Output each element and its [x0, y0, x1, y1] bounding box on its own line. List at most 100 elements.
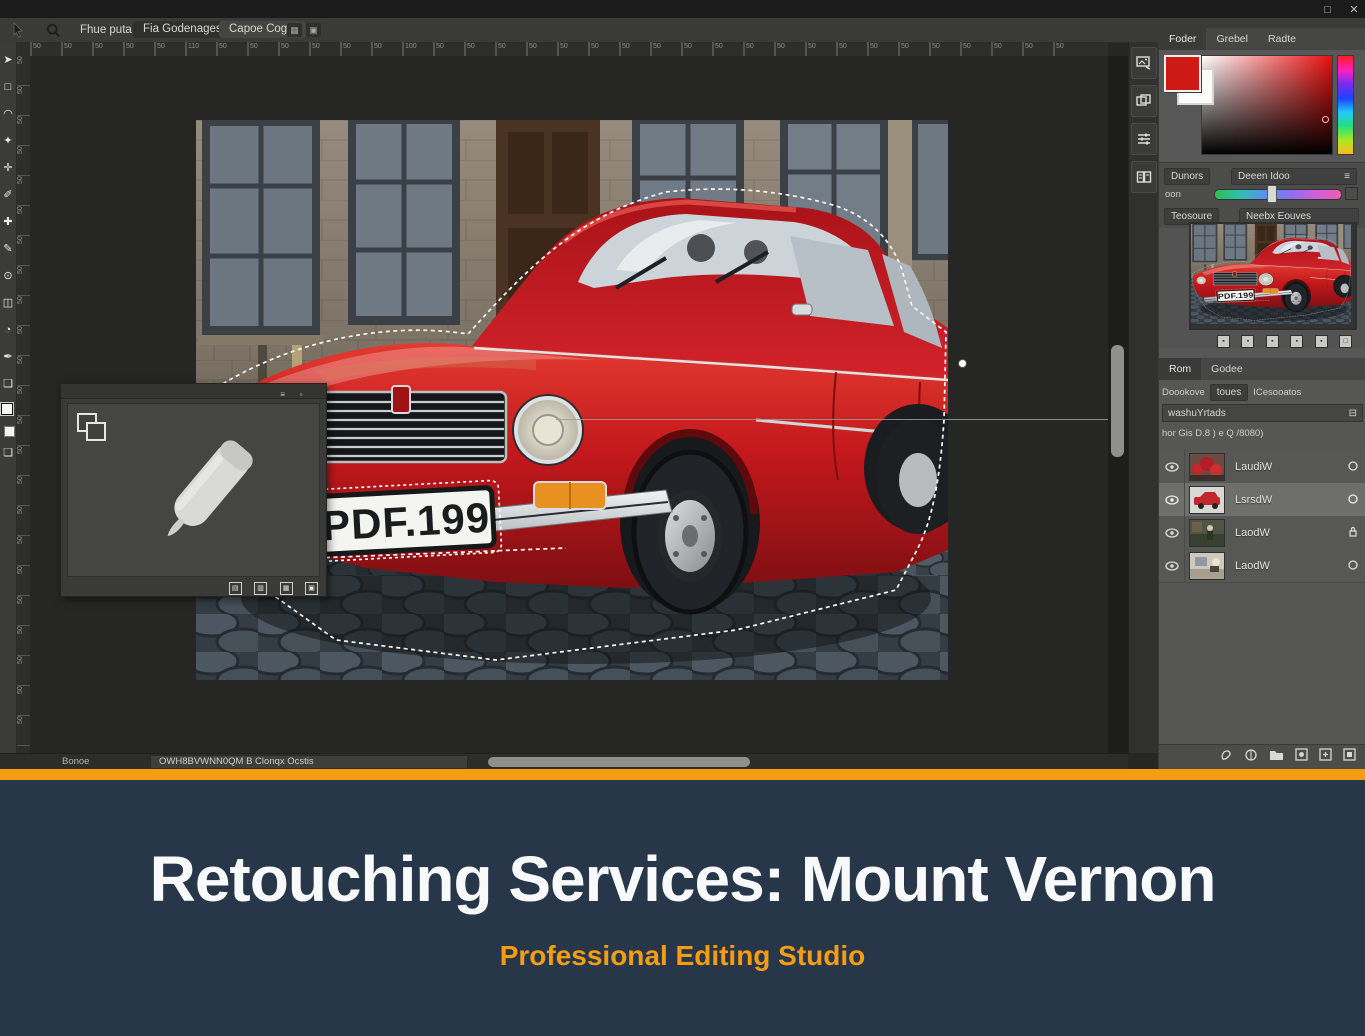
tab-color[interactable]: Foder — [1159, 28, 1207, 50]
tab-layers[interactable]: Rom — [1159, 358, 1202, 380]
color-panel-tabs: Foder Grebel Radte — [1159, 28, 1365, 50]
hue-slider-knob[interactable] — [1267, 185, 1277, 203]
layers-filter-label-2[interactable]: ICesooatos — [1253, 387, 1301, 398]
slider-label: oon — [1165, 189, 1181, 200]
horizontal-scrollbar-thumb[interactable] — [488, 757, 750, 767]
brush-tool-icon[interactable]: ✎ — [1, 237, 16, 264]
layer-row-3[interactable]: LaodW — [1159, 516, 1365, 550]
lasso-tool-icon[interactable]: ◠ — [1, 102, 16, 129]
vertical-scrollbar[interactable] — [1108, 56, 1128, 753]
floating-brush-panel[interactable]: ≡ ▫ ▤ ▥ ▦ ▣ — [60, 383, 327, 597]
new-group-icon[interactable] — [1269, 748, 1284, 766]
hue-strip[interactable] — [1337, 55, 1354, 155]
collapsed-panel-adjustments-icon[interactable] — [1131, 123, 1157, 155]
pen-tool-icon[interactable]: ✒ — [1, 345, 16, 372]
layer-row-1[interactable]: LaudiW — [1159, 450, 1365, 484]
toolbar-button-2[interactable]: Fia Godenages — [133, 21, 232, 38]
layer-lock-icon[interactable] — [1348, 524, 1358, 542]
quick-mask-icon[interactable]: ❏ — [1, 441, 16, 468]
blend-mode-button[interactable]: Dunors — [1164, 168, 1211, 185]
foreground-color-swatch[interactable] — [1164, 55, 1201, 92]
clone-stamp-tool-icon[interactable]: ⊙ — [1, 264, 16, 291]
navigator-button-6[interactable]: □ — [1339, 335, 1353, 348]
vertical-scrollbar-thumb[interactable] — [1111, 345, 1124, 457]
eraser-tool-icon[interactable]: ◫ — [1, 291, 16, 318]
horizontal-ruler-tick: 50 — [836, 42, 867, 56]
tab-channels[interactable]: Godee — [1201, 358, 1253, 380]
layer-mask-icon[interactable] — [1295, 748, 1308, 766]
visibility-eye-icon[interactable] — [1159, 549, 1185, 582]
layers-search-input[interactable]: washuYrtads ⊟ — [1162, 404, 1363, 422]
horizontal-ruler-tick: 50 — [1022, 42, 1053, 56]
blend-mode-dropdown[interactable]: Deeen Idoo ≡ — [1231, 168, 1357, 185]
saturation-value-picker[interactable] — [1201, 55, 1333, 155]
collapsed-panel-duplicate-icon[interactable] — [1131, 85, 1157, 117]
navigator-button-3[interactable]: ▪ — [1265, 335, 1279, 348]
collapsed-panel-library-icon[interactable] — [1131, 161, 1157, 193]
horizontal-ruler-tick: 50 — [30, 42, 61, 56]
panel-foot-icon-2[interactable]: ▥ — [254, 582, 268, 595]
layer-thumbnail[interactable] — [1189, 518, 1225, 547]
panel-close-icon[interactable]: ▫ — [294, 388, 308, 402]
panel-foot-icon-4[interactable]: ▣ — [305, 582, 318, 595]
search-icon[interactable] — [46, 23, 61, 43]
panel-menu-icon[interactable]: ≡ — [276, 388, 290, 402]
color-cursor[interactable] — [1322, 116, 1329, 123]
toolbar-button-1[interactable]: Fhue puta — [70, 18, 142, 42]
visibility-eye-icon[interactable] — [1159, 450, 1185, 483]
navigator-button-1[interactable]: ▪ — [1217, 335, 1230, 348]
layer-link-icon[interactable] — [1348, 557, 1358, 575]
slider-option-box[interactable] — [1345, 187, 1358, 200]
layers-filter-label-1[interactable]: Doookove — [1162, 387, 1205, 398]
dodge-tool-icon[interactable]: ◔ — [1, 318, 16, 345]
foreground-swatch[interactable] — [1, 403, 13, 415]
layer-link-icon[interactable] — [1348, 458, 1358, 476]
healing-tool-icon[interactable]: ✚ — [1, 210, 16, 237]
floating-panel-titlebar[interactable]: ≡ ▫ — [61, 384, 326, 399]
tab-swatches[interactable]: Grebel — [1206, 28, 1258, 50]
adjustment-layer-icon[interactable] — [1244, 748, 1258, 767]
visibility-eye-icon[interactable] — [1159, 516, 1185, 549]
navigator-button-4[interactable]: ▪ — [1290, 335, 1304, 348]
vector-mask-icon[interactable] — [1219, 748, 1233, 767]
document-canvas[interactable]: PDF.199 — [30, 56, 1128, 753]
collapsed-panel-image-icon[interactable] — [1131, 47, 1157, 79]
cursor-tool-icon[interactable] — [10, 22, 26, 43]
move-tool-icon[interactable]: ➤ — [1, 48, 16, 75]
foreground-background-swatches[interactable] — [1, 403, 15, 437]
navigator-button-5[interactable]: ▪ — [1314, 335, 1328, 348]
toolbar-mini-button-2[interactable]: ▣ — [306, 23, 321, 37]
delete-layer-icon[interactable] — [1343, 748, 1356, 766]
navigator-button-2[interactable]: ▪ — [1241, 335, 1255, 348]
close-button[interactable]: ✕ — [1343, 1, 1365, 19]
panel-foot-icon-3[interactable]: ▦ — [279, 582, 293, 595]
horizontal-ruler-tick: 50 — [92, 42, 123, 56]
layer-thumbnail[interactable] — [1189, 452, 1225, 481]
crop-tool-icon[interactable]: ✛ — [1, 156, 16, 183]
visibility-eye-icon[interactable] — [1159, 483, 1185, 516]
copy-layers-icon[interactable] — [76, 412, 110, 449]
layers-filter-select[interactable]: toues — [1209, 384, 1249, 401]
toolbar-mini-button-1[interactable]: ▦ — [287, 23, 302, 37]
shape-tool-icon[interactable]: ❏ — [1, 372, 16, 399]
new-layer-icon[interactable] — [1319, 748, 1332, 766]
layer-row-2[interactable]: LsrsdW — [1159, 483, 1365, 517]
panel-foot-icon-1[interactable]: ▤ — [228, 582, 242, 595]
eyedropper-tool-icon[interactable]: ✐ — [1, 183, 16, 210]
layer-thumbnail[interactable] — [1189, 485, 1225, 514]
dropdown-caret-icon: ≡ — [1344, 171, 1350, 182]
vertical-ruler-tick: 50 — [17, 476, 30, 506]
magic-wand-tool-icon[interactable]: ✦ — [1, 129, 16, 156]
tab-gradients[interactable]: Radte — [1258, 28, 1306, 50]
layer-row-4[interactable]: LaodW — [1159, 549, 1365, 583]
window-titlebar: □ ✕ — [0, 0, 1365, 18]
navigator-thumbnail[interactable] — [1189, 222, 1357, 330]
marquee-tool-icon[interactable]: □ — [1, 75, 16, 102]
background-swatch[interactable] — [4, 426, 15, 437]
maximize-button[interactable]: □ — [1317, 1, 1339, 19]
selection-handle[interactable] — [958, 359, 967, 368]
hue-adjust-slider[interactable] — [1214, 189, 1342, 200]
layers-search-icon[interactable]: ⊟ — [1349, 405, 1357, 421]
layer-link-icon[interactable] — [1348, 491, 1358, 509]
layer-thumbnail[interactable] — [1189, 551, 1225, 580]
